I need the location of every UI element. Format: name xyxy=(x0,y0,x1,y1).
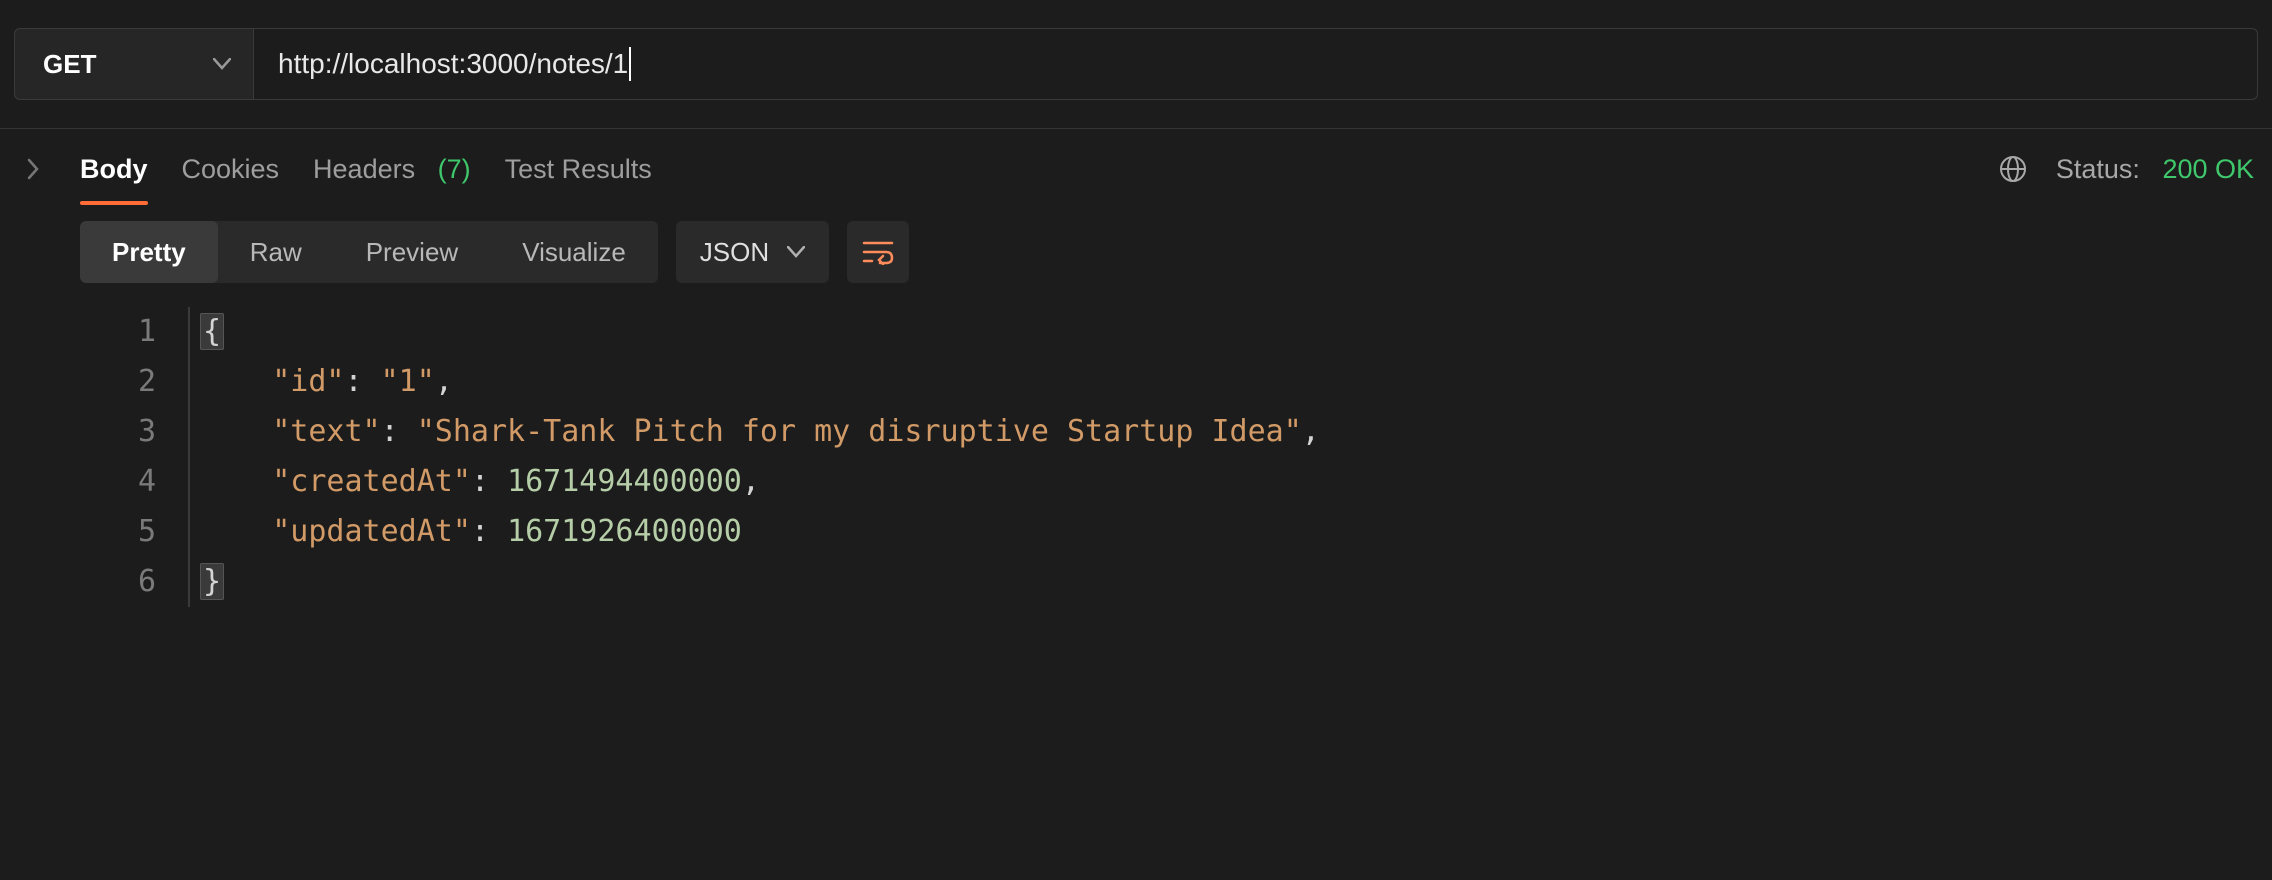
status-label: Status: xyxy=(2056,154,2140,184)
json-number: 1671494400000 xyxy=(507,464,742,499)
json-brace-open: { xyxy=(200,313,224,350)
code-line: 1 { xyxy=(80,307,2272,357)
view-raw[interactable]: Raw xyxy=(218,221,334,283)
text-cursor xyxy=(629,47,631,81)
format-selector[interactable]: JSON xyxy=(676,221,829,283)
line-number: 6 xyxy=(80,557,190,607)
format-selected-label: JSON xyxy=(700,237,769,268)
chevron-down-icon xyxy=(787,246,805,258)
status-block: Status: 200 OK xyxy=(2056,154,2254,185)
json-key: "text" xyxy=(272,414,380,449)
code-line: 2 "id": "1", xyxy=(80,357,2272,407)
json-brace-close: } xyxy=(200,563,224,600)
view-preview[interactable]: Preview xyxy=(334,221,490,283)
line-number: 5 xyxy=(80,507,190,557)
response-meta: Status: 200 OK xyxy=(1998,154,2272,185)
view-pretty-label: Pretty xyxy=(112,237,186,268)
request-url-text: http://localhost:3000/notes/1 xyxy=(278,48,628,80)
tab-cookies[interactable]: Cookies xyxy=(182,142,280,197)
json-key: "id" xyxy=(272,364,344,399)
code-line: 5 "updatedAt": 1671926400000 xyxy=(80,507,2272,557)
json-key: "createdAt" xyxy=(272,464,471,499)
collapse-chevron-icon[interactable] xyxy=(0,158,66,180)
request-bar: GET http://localhost:3000/notes/1 xyxy=(0,0,2272,128)
body-view-segmented-control: Pretty Raw Preview Visualize xyxy=(80,221,658,283)
code-line: 6 } xyxy=(80,557,2272,607)
line-number: 3 xyxy=(80,407,190,457)
json-string: "Shark-Tank Pitch for my disruptive Star… xyxy=(417,414,1302,449)
chevron-down-icon xyxy=(213,58,231,70)
line-number: 1 xyxy=(80,307,190,357)
json-number: 1671926400000 xyxy=(507,514,742,549)
json-key: "updatedAt" xyxy=(272,514,471,549)
line-number: 4 xyxy=(80,457,190,507)
response-header: Body Cookies Headers (7) Test Results St… xyxy=(0,129,2272,199)
json-string: "1" xyxy=(381,364,435,399)
wrap-lines-button[interactable] xyxy=(847,221,909,283)
tab-body[interactable]: Body xyxy=(80,142,148,197)
response-body-editor[interactable]: 1 { 2 "id": "1", 3 "text": "Shark-Tank P… xyxy=(0,301,2272,607)
tab-headers[interactable]: Headers (7) xyxy=(313,142,471,197)
globe-icon[interactable] xyxy=(1998,154,2028,184)
tab-body-label: Body xyxy=(80,154,148,184)
view-toolbar: Pretty Raw Preview Visualize JSON xyxy=(0,199,2272,301)
headers-count: (7) xyxy=(438,154,471,184)
wrap-icon xyxy=(862,239,894,265)
http-method-label: GET xyxy=(43,49,96,80)
view-visualize[interactable]: Visualize xyxy=(490,221,658,283)
view-preview-label: Preview xyxy=(366,237,458,268)
tab-cookies-label: Cookies xyxy=(182,154,280,184)
view-raw-label: Raw xyxy=(250,237,302,268)
code-line: 4 "createdAt": 1671494400000, xyxy=(80,457,2272,507)
view-pretty[interactable]: Pretty xyxy=(80,221,218,283)
line-number: 2 xyxy=(80,357,190,407)
http-method-selector[interactable]: GET xyxy=(14,28,254,100)
view-visualize-label: Visualize xyxy=(522,237,626,268)
tab-headers-label: Headers xyxy=(313,154,415,184)
tab-test-results[interactable]: Test Results xyxy=(505,142,652,197)
response-tabs: Body Cookies Headers (7) Test Results xyxy=(66,142,1998,197)
code-line: 3 "text": "Shark-Tank Pitch for my disru… xyxy=(80,407,2272,457)
tab-test-results-label: Test Results xyxy=(505,154,652,184)
status-code: 200 OK xyxy=(2162,154,2254,184)
request-url-input[interactable]: http://localhost:3000/notes/1 xyxy=(254,28,2258,100)
